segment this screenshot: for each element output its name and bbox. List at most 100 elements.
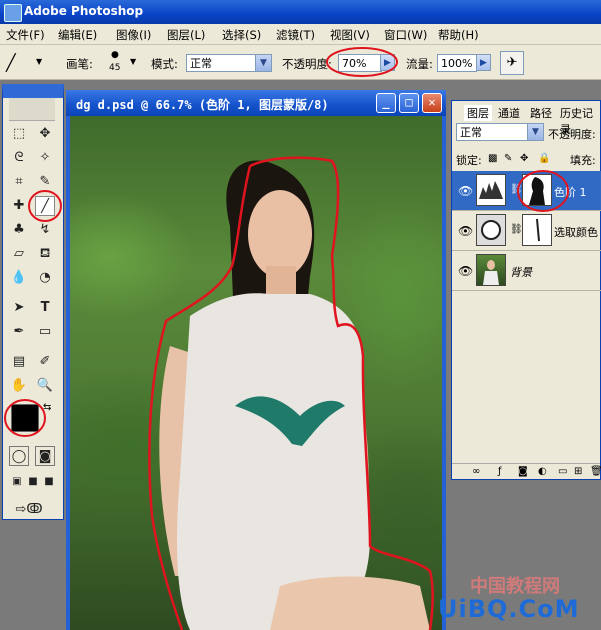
document-title-bar: dg d.psd @ 66.7% (色阶 1, 图层蒙版/8) _ □ ✕ [66, 90, 446, 116]
close-button[interactable]: ✕ [422, 93, 442, 113]
document-title: dg d.psd @ 66.7% (色阶 1, 图层蒙版/8) [76, 98, 329, 112]
standard-mode-icon[interactable]: ◯ [9, 446, 29, 466]
app-title-bar: Adobe Photoshop [0, 0, 601, 24]
move-icon[interactable]: ✥ [35, 124, 55, 144]
watermark-en: UiBQ.CoM [438, 595, 580, 623]
fill-label: 填充: [570, 154, 596, 167]
airbrush-button[interactable]: ✈ [500, 51, 524, 75]
notes-icon[interactable]: ▤ [9, 352, 29, 372]
pen-icon[interactable]: ✒ [9, 322, 29, 342]
menu-file[interactable]: 文件(F) [6, 27, 45, 43]
adjustment-layer-icon[interactable]: ◐ [538, 466, 547, 477]
dodge-icon[interactable]: ◔ [35, 268, 55, 288]
flow-label: 流量: [406, 57, 433, 71]
options-bar: ╱ ▼ 画笔: ● 45 ▼ 模式: 正常 ▼ 不透明度: 70% ▶ 流量: … [0, 45, 601, 80]
brush-dot-icon[interactable]: ● [111, 50, 119, 60]
photo-illustration [148, 156, 434, 630]
jump-to-imageready-icon[interactable]: ⇨ↂ [9, 500, 49, 520]
menu-view[interactable]: 视图(V) [330, 27, 370, 43]
tab-channels[interactable]: 通道 [498, 105, 520, 121]
magic-wand-icon[interactable]: ✧ [35, 148, 55, 168]
path-select-icon[interactable]: ➤ [9, 298, 29, 318]
lock-position-icon[interactable]: ✥ [520, 153, 528, 164]
feather-logo-icon [9, 98, 55, 121]
photoshop-logo-icon [4, 4, 22, 22]
eyedropper-icon[interactable]: ✐ [35, 352, 55, 372]
menu-image[interactable]: 图像(I) [116, 27, 151, 43]
shape-icon[interactable]: ▭ [35, 322, 55, 342]
trash-icon[interactable]: 🗑 [590, 466, 601, 477]
menu-select[interactable]: 选择(S) [222, 27, 261, 43]
annotation-circle [28, 190, 62, 222]
layer-name: 选取颜色 [554, 226, 598, 239]
lock-transparency-icon[interactable]: ▩ [488, 153, 497, 164]
eye-icon[interactable]: 👁 [458, 184, 473, 198]
annotation-circle [326, 47, 398, 77]
toolbox: ⬚ ✥ ᘓ ✧ ⌗ ✎ ✚ ╱ ♣ ↯ ▱ ⛾ 💧 ◔ ➤ T ✒ ▭ ▤ ✐ … [2, 84, 64, 520]
canvas-photo[interactable] [70, 116, 442, 630]
hand-icon[interactable]: ✋ [9, 376, 29, 396]
flow-value: 100% [441, 57, 473, 70]
background-thumbnail-icon [476, 254, 506, 286]
link-layers-icon[interactable]: ∞ [472, 466, 480, 477]
crop-icon[interactable]: ⌗ [9, 172, 29, 192]
annotation-circle [4, 399, 46, 437]
zoom-icon[interactable]: 🔍 [35, 376, 55, 396]
add-mask-icon[interactable]: ◙ [518, 466, 528, 477]
bucket-icon[interactable]: ⛾ [35, 244, 55, 264]
blend-mode-value: 正常 [460, 126, 482, 139]
mode-label: 模式: [151, 57, 178, 71]
flow-input[interactable]: 100% [437, 54, 477, 72]
flow-slider-button[interactable]: ▶ [476, 54, 491, 71]
panel-footer: ∞ ƒ ◙ ◐ ▭ ⊞ 🗑 [452, 463, 601, 480]
document-window: dg d.psd @ 66.7% (色阶 1, 图层蒙版/8) _ □ ✕ [66, 90, 446, 630]
link-icon[interactable]: ⛓ [510, 224, 523, 235]
screen-mode-icon[interactable]: ■ [39, 472, 59, 492]
app-title: Adobe Photoshop [24, 4, 144, 18]
new-group-icon[interactable]: ▭ [558, 466, 567, 477]
quick-mask-icon[interactable]: ◙ [35, 446, 55, 466]
menu-filter[interactable]: 滤镜(T) [276, 27, 315, 43]
mode-select[interactable]: 正常 ▼ [186, 54, 272, 72]
layer-style-icon[interactable]: ƒ [498, 466, 502, 477]
tool-preset-dropdown[interactable]: ▼ [36, 57, 42, 66]
eraser-icon[interactable]: ▱ [9, 244, 29, 264]
lock-image-icon[interactable]: ✎ [504, 153, 512, 164]
type-icon[interactable]: T [35, 298, 55, 318]
new-layer-icon[interactable]: ⊞ [574, 466, 582, 477]
menu-help[interactable]: 帮助(H) [438, 27, 479, 43]
blend-mode-select[interactable]: 正常 ▼ [456, 123, 544, 141]
eye-icon[interactable]: 👁 [458, 224, 473, 238]
marquee-icon[interactable]: ⬚ [9, 124, 29, 144]
brush-picker-dropdown[interactable]: ▼ [130, 57, 136, 66]
menu-bar: 文件(F) 编辑(E) 图像(I) 图层(L) 选择(S) 滤镜(T) 视图(V… [0, 24, 601, 45]
tab-paths[interactable]: 路径 [530, 105, 552, 121]
layer-row[interactable]: 👁 背景 [452, 251, 601, 291]
brush-tool-icon[interactable]: ╱ [6, 53, 16, 72]
layers-panel: 图层 通道 路径 历史记录 正常 ▼ 不透明度: 锁定: ▩ ✎ ✥ 🔒 填充:… [451, 100, 601, 480]
selective-color-thumbnail-icon [476, 214, 506, 246]
lock-all-icon[interactable]: 🔒 [538, 153, 550, 164]
menu-layer[interactable]: 图层(L) [167, 27, 205, 43]
tab-layers[interactable]: 图层 [464, 105, 492, 121]
mask-icon[interactable] [522, 214, 552, 246]
brush-size: 45 [109, 63, 121, 73]
layer-name: 背景 [510, 266, 532, 279]
menu-window[interactable]: 窗口(W) [384, 27, 427, 43]
menu-edit[interactable]: 编辑(E) [58, 27, 97, 43]
levels-thumbnail-icon [476, 174, 506, 206]
blur-icon[interactable]: 💧 [9, 268, 29, 288]
chevron-down-icon: ▼ [527, 124, 543, 140]
layer-row[interactable]: 👁 ⛓ 选取颜色 [452, 211, 601, 251]
layer-opacity-label: 不透明度: [548, 128, 596, 141]
maximize-button[interactable]: □ [399, 93, 419, 113]
lasso-icon[interactable]: ᘓ [9, 148, 29, 168]
minimize-button[interactable]: _ [376, 93, 396, 113]
chevron-down-icon: ▼ [255, 55, 271, 71]
layer-row[interactable]: 👁 ⛓ 色阶 1 [452, 170, 601, 212]
mode-value: 正常 [190, 57, 212, 70]
annotation-circle [517, 170, 569, 212]
healing-icon[interactable]: ✚ [9, 196, 29, 216]
clone-icon[interactable]: ♣ [9, 220, 29, 240]
eye-icon[interactable]: 👁 [458, 264, 473, 278]
